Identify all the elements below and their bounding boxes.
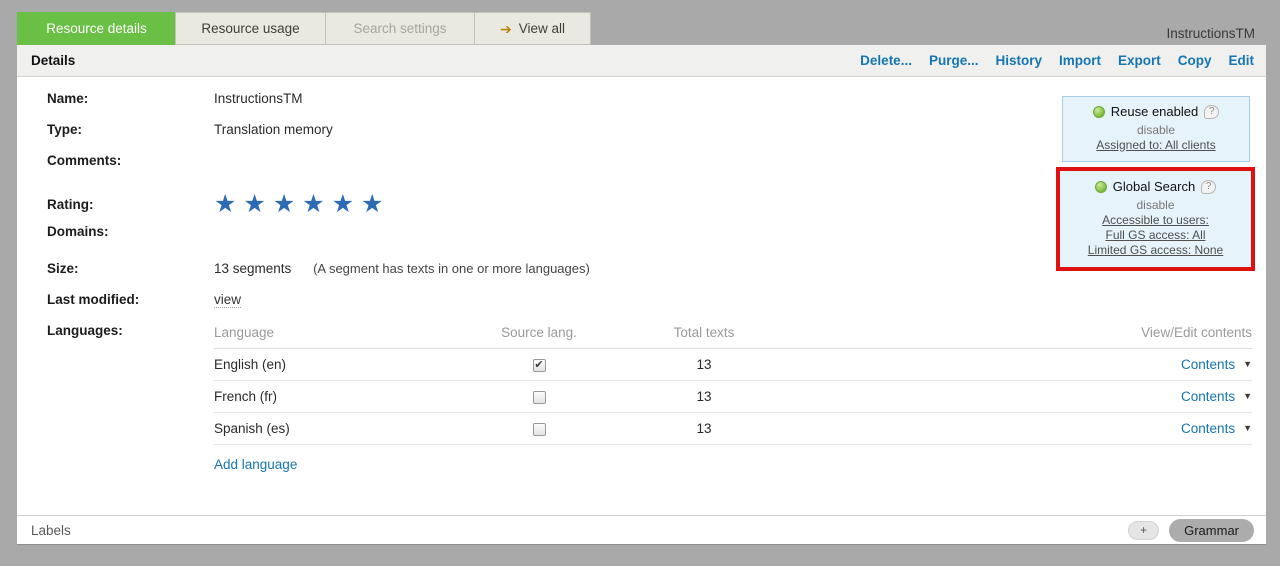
rating-label: Rating: (31, 197, 214, 212)
name-label: Name: (31, 91, 214, 106)
field-languages: Languages: Language Source lang. Total t… (31, 323, 1252, 472)
comments-label: Comments: (31, 153, 214, 168)
total-texts-value: 13 (604, 349, 804, 381)
details-panel: Details Delete... Purge... History Impor… (17, 45, 1266, 545)
col-total-texts: Total texts (604, 323, 804, 349)
field-last-modified: Last modified: view (31, 292, 1252, 323)
rating-stars[interactable]: ★★★★★★ (214, 190, 390, 218)
size-label: Size: (31, 261, 214, 276)
add-language-link[interactable]: Add language (214, 457, 297, 472)
full-gs-access-link[interactable]: Full GS access: All (1066, 228, 1245, 243)
tab-resource-details[interactable]: Resource details (17, 12, 176, 45)
delete-link[interactable]: Delete... (860, 53, 912, 68)
export-link[interactable]: Export (1118, 53, 1161, 68)
type-label: Type: (31, 122, 214, 137)
total-texts-value: 13 (604, 381, 804, 413)
import-link[interactable]: Import (1059, 53, 1101, 68)
total-texts-value: 13 (604, 413, 804, 445)
chevron-down-icon[interactable]: ▼ (1243, 360, 1252, 369)
reuse-enabled-box: Reuse enabled ? disable Assigned to: All… (1062, 96, 1250, 162)
domains-label: Domains: (31, 224, 214, 239)
view-last-modified-link[interactable]: view (214, 292, 241, 308)
help-icon[interactable]: ? (1201, 180, 1216, 194)
reuse-enabled-title: Reuse enabled (1111, 104, 1198, 119)
language-name: French (fr) (214, 381, 474, 413)
col-language: Language (214, 323, 474, 349)
contents-link[interactable]: Contents (1181, 357, 1235, 372)
arrow-right-icon: ➔ (500, 22, 512, 36)
languages-header-row: Language Source lang. Total texts View/E… (214, 323, 1252, 349)
details-header-bar: Details Delete... Purge... History Impor… (17, 45, 1266, 77)
source-lang-checkbox[interactable] (533, 359, 546, 372)
reuse-disable-link[interactable]: disable (1069, 123, 1243, 137)
table-row-english: English (en) 13 Contents ▼ (214, 349, 1252, 381)
history-link[interactable]: History (995, 53, 1042, 68)
size-note: (A segment has texts in one or more lang… (313, 261, 590, 276)
assigned-to-link[interactable]: Assigned to: All clients (1069, 138, 1243, 153)
chevron-down-icon[interactable]: ▼ (1243, 392, 1252, 401)
language-name: English (en) (214, 349, 474, 381)
language-name: Spanish (es) (214, 413, 474, 445)
global-search-title: Global Search (1113, 179, 1195, 194)
source-lang-checkbox[interactable] (533, 391, 546, 404)
edit-link[interactable]: Edit (1229, 53, 1255, 68)
help-icon[interactable]: ? (1204, 105, 1219, 119)
languages-table: Language Source lang. Total texts View/E… (214, 323, 1252, 445)
tab-bar: Resource details Resource usage Search s… (17, 12, 591, 45)
source-lang-checkbox[interactable] (533, 423, 546, 436)
col-view-edit-contents: View/Edit contents (804, 323, 1252, 349)
limited-gs-access-link[interactable]: Limited GS access: None (1066, 243, 1245, 258)
table-row-spanish: Spanish (es) 13 Contents ▼ (214, 413, 1252, 445)
action-links: Delete... Purge... History Import Export… (860, 53, 1254, 68)
contents-link[interactable]: Contents (1181, 389, 1235, 404)
accessible-to-users-link[interactable]: Accessible to users: (1066, 213, 1245, 228)
languages-label: Languages: (31, 323, 214, 338)
tab-search-settings: Search settings (325, 12, 475, 45)
table-row-french: French (fr) 13 Contents ▼ (214, 381, 1252, 413)
purge-link[interactable]: Purge... (929, 53, 979, 68)
tab-view-all[interactable]: ➔ View all (474, 12, 591, 45)
resource-name-title: InstructionsTM (1166, 26, 1255, 41)
global-search-box-highlighted: Global Search ? disable Accessible to us… (1056, 167, 1255, 271)
status-green-dot-icon (1093, 106, 1105, 118)
section-title: Details (31, 53, 75, 68)
global-search-disable-link[interactable]: disable (1066, 198, 1245, 212)
contents-link[interactable]: Contents (1181, 421, 1235, 436)
last-modified-label: Last modified: (31, 292, 214, 307)
tab-resource-usage[interactable]: Resource usage (175, 12, 326, 45)
details-content: Name: InstructionsTM Type: Translation m… (17, 77, 1266, 515)
copy-link[interactable]: Copy (1178, 53, 1212, 68)
grammar-label-button[interactable]: Grammar (1169, 519, 1254, 542)
col-source-lang: Source lang. (474, 323, 604, 349)
labels-title: Labels (31, 523, 71, 538)
add-label-button[interactable]: + (1128, 521, 1159, 540)
size-value: 13 segments (214, 261, 291, 276)
status-green-dot-icon (1095, 181, 1107, 193)
chevron-down-icon[interactable]: ▼ (1243, 424, 1252, 433)
tab-view-all-label: View all (519, 21, 565, 36)
labels-bar: Labels + Grammar (17, 515, 1266, 544)
